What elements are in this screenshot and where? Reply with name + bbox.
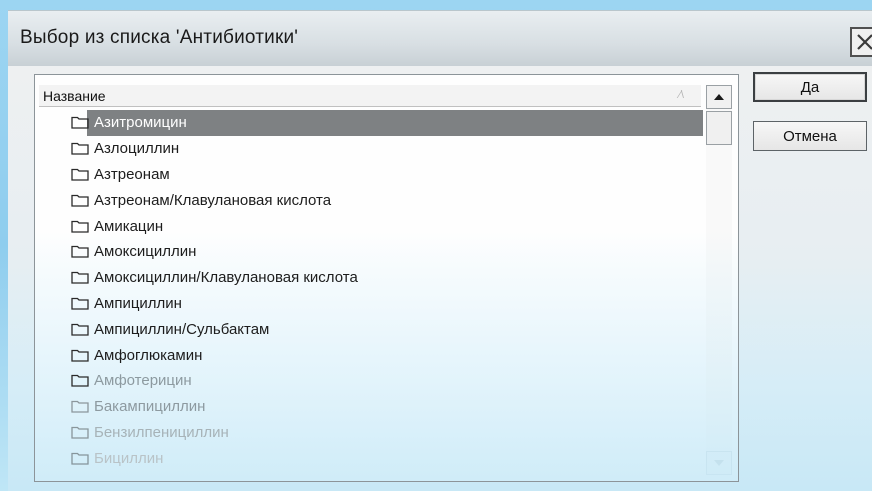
vertical-scrollbar[interactable] [706,85,732,475]
folder-icon [71,297,89,310]
list-item-label: Азитромицин [92,113,189,133]
folder-icon [71,245,89,259]
scroll-up-button[interactable] [706,85,732,109]
cancel-button[interactable]: Отмена [753,121,867,151]
list-item[interactable]: Амоксициллин/Клавулановая кислота [35,265,703,291]
folder-icon [71,142,89,155]
dialog-body: Название ⁄\ Азитромицин Азлоциллин Азтреон… [8,66,872,491]
list-item[interactable]: Амоксициллин [35,239,703,265]
column-header-name[interactable]: Название ⁄\ [39,85,701,107]
list-item[interactable]: Азтреонам [35,162,703,188]
list-item-label: Азтреонам [94,165,170,183]
list-item[interactable]: Бакампициллин [35,394,703,420]
close-button[interactable] [850,27,872,57]
list-item-label: Азлоциллин [94,140,180,158]
list-item-label: Амоксициллин/Клавулановая кислота [94,269,358,287]
list-item-label: Амикацин [94,217,164,235]
dialog-window: Выбор из списка 'Антибиотики' Название ⁄… [0,0,872,491]
list-item[interactable]: Азтреонам/Клавулановая кислота [35,187,703,213]
window-title: Выбор из списка 'Антибиотики' [20,27,299,48]
list-item[interactable]: Бензилпенициллин [35,420,703,446]
column-header-label: Название [43,88,106,104]
list-item-label: Амфотерицин [94,372,192,390]
scroll-thumb[interactable] [706,111,732,145]
sort-indicator-icon: ⁄\ [679,89,684,101]
close-icon [857,34,872,50]
folder-icon [71,168,89,181]
folder-icon [71,374,89,388]
list-item[interactable]: Бициллин [35,445,703,471]
scroll-down-button[interactable] [706,451,732,475]
list-item-label: Амоксициллин [94,243,197,261]
list-item-label: Ампициллин [94,294,182,312]
list-item[interactable]: Амикацин [35,213,703,239]
folder-icon [71,400,89,413]
folder-icon [71,349,89,362]
arrow-up-icon [714,94,724,100]
folder-icon [71,426,89,439]
folder-icon [71,452,89,465]
list-item-label: Амфоглюкамин [94,346,203,364]
ok-button[interactable]: Да [753,72,867,102]
list-item[interactable]: Ампициллин [35,291,703,317]
arrow-down-icon [714,460,724,466]
folder-icon [71,194,89,207]
list-item[interactable]: Азитромицин [35,110,703,136]
list-item[interactable]: Амфотерицин [35,368,703,394]
antibiotics-list[interactable]: Название ⁄\ Азитромицин Азлоциллин Азтреон… [34,74,739,482]
list-item[interactable]: Амфоглюкамин [35,342,703,368]
list-item-label: Бакампициллин [94,398,206,416]
list-item[interactable]: Азлоциллин [35,136,703,162]
list-item-label: Ампициллин/Сульбактам [94,320,270,338]
folder-icon [71,220,89,233]
folder-icon [71,323,89,336]
list-rows: Азитромицин Азлоциллин Азтреонам Азтреонам/… [35,110,703,471]
folder-icon [71,271,89,284]
list-item-label: Бициллин [94,449,164,467]
folder-icon [71,116,89,130]
title-bar: Выбор из списка 'Антибиотики' [8,10,872,66]
list-item[interactable]: Ампициллин/Сульбактам [35,316,703,342]
list-item-label: Азтреонам/Клавулановая кислота [94,191,332,209]
list-item-label: Бензилпенициллин [94,423,229,441]
